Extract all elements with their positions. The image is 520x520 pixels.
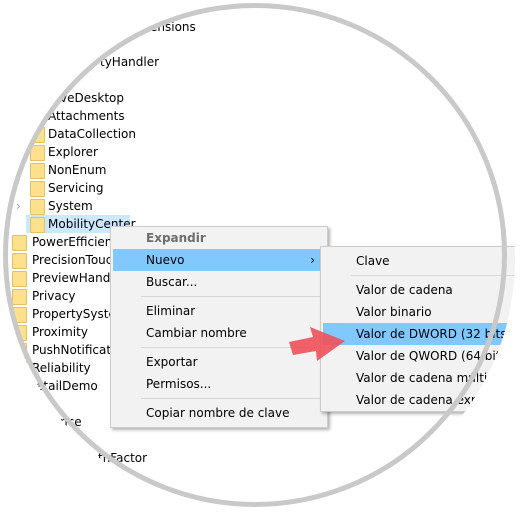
- tree-item-label: thFactor: [98, 451, 148, 465]
- folder-icon: [12, 253, 27, 269]
- red-arrow-icon: [289, 327, 345, 361]
- tree-item-label: Attachments: [48, 109, 125, 123]
- folder-icon: [12, 361, 27, 377]
- tree-item[interactable]: nce: [60, 413, 82, 431]
- tree-item-label: nce: [60, 415, 82, 429]
- tree-item-label: Reliability: [32, 361, 91, 375]
- folder-icon: [12, 235, 27, 251]
- submenu-item-valor-binario[interactable]: Valor binario: [323, 301, 515, 323]
- folder-icon: [30, 181, 45, 197]
- submenu-item-clave[interactable]: Clave: [323, 250, 515, 272]
- tree-item[interactable]: ensions: [150, 18, 196, 36]
- tree-item[interactable]: PreviewHandle: [12, 269, 121, 287]
- tree-item-label: Privacy: [32, 289, 76, 303]
- circular-crop: ensions tyHandler tiveDesktop Attachment…: [5, 5, 515, 515]
- menu-item-eliminar[interactable]: Eliminar: [113, 300, 325, 322]
- folder-icon: [12, 271, 27, 287]
- tree-item[interactable]: Reliability: [12, 359, 112, 377]
- submenu-item-valor-dword[interactable]: Valor de DWORD (32 bits): [323, 323, 515, 345]
- tree-item-label: tyHandler: [100, 55, 160, 69]
- tree-item-label: PreviewHandle: [32, 271, 122, 285]
- folder-icon: [30, 109, 45, 125]
- folder-icon: [30, 163, 45, 179]
- tree-item[interactable]: tyHandler: [100, 53, 159, 71]
- tree-item[interactable]: Explorer: [28, 143, 168, 161]
- tree-item[interactable]: DataCollection: [28, 125, 168, 143]
- tree-item-label: DataCollection: [48, 127, 137, 141]
- tree-item[interactable]: thFactor: [98, 449, 147, 467]
- tree-item[interactable]: Privacy: [12, 287, 112, 305]
- folder-icon: [30, 145, 45, 161]
- folder-icon: [30, 199, 45, 215]
- tree-item[interactable]: NonEnum: [28, 161, 168, 179]
- submenu-item-valor-cadena-expandible[interactable]: Valor de cadena expan: [323, 389, 515, 411]
- submenu-item-valor-cadena-multiple[interactable]: Valor de cadena múltiple: [323, 367, 515, 389]
- menu-separator: [141, 296, 325, 297]
- menu-item-buscar[interactable]: Buscar...: [113, 271, 325, 293]
- submenu-chevron-icon: ›: [310, 253, 315, 267]
- folder-icon: [12, 325, 27, 341]
- menu-item-nuevo[interactable]: Nuevo ›: [113, 249, 325, 271]
- tree-item[interactable]: PowerEfficienc: [12, 233, 119, 251]
- menu-separator: [141, 398, 325, 399]
- menu-item-expandir[interactable]: Expandir: [113, 227, 325, 249]
- expand-chevron-icon[interactable]: ›: [16, 197, 21, 215]
- folder-icon: [12, 289, 27, 305]
- tree-item-label: PowerEfficienc: [32, 235, 119, 249]
- menu-item-label: Nuevo: [146, 253, 185, 267]
- tree-item-label: tiveDesktop: [52, 91, 125, 105]
- folder-icon: [12, 307, 27, 323]
- tree-item-label: Proximity: [32, 325, 88, 339]
- tree-item[interactable]: PrecisionTouch: [12, 251, 120, 269]
- menu-item-copiar-nombre-clave[interactable]: Copiar nombre de clave: [113, 402, 325, 424]
- tree-item[interactable]: PropertySysten: [12, 305, 123, 323]
- tree-item-label: PrecisionTouch: [32, 253, 120, 267]
- tree-item[interactable]: etailDemo: [36, 377, 98, 395]
- folder-icon: [30, 217, 45, 233]
- tree-item[interactable]: Servicing: [28, 179, 168, 197]
- folder-icon: [30, 127, 45, 143]
- tree-item[interactable]: tiveDesktop: [52, 89, 124, 107]
- tree-item[interactable]: Attachments: [28, 107, 168, 125]
- tree-item-label: etailDemo: [36, 379, 98, 393]
- tree-item-label: NonEnum: [48, 163, 107, 177]
- tree-item-label: ensions: [150, 20, 196, 34]
- submenu-item-valor-cadena[interactable]: Valor de cadena: [323, 279, 515, 301]
- folder-icon: [12, 343, 27, 359]
- menu-item-permisos[interactable]: Permisos...: [113, 373, 325, 395]
- menu-separator: [351, 275, 515, 276]
- tree-item-label: System: [48, 199, 93, 213]
- tree-item[interactable]: Proximity: [12, 323, 112, 341]
- tree-item[interactable]: PushNotificatio: [12, 341, 122, 359]
- tree-item[interactable]: › System: [16, 197, 168, 215]
- tree-item-label: Explorer: [48, 145, 98, 159]
- submenu-item-valor-qword[interactable]: Valor de QWORD (64 bits): [323, 345, 515, 367]
- tree-item-label: Servicing: [48, 181, 104, 195]
- tree-item-label: PushNotificatio: [32, 343, 122, 357]
